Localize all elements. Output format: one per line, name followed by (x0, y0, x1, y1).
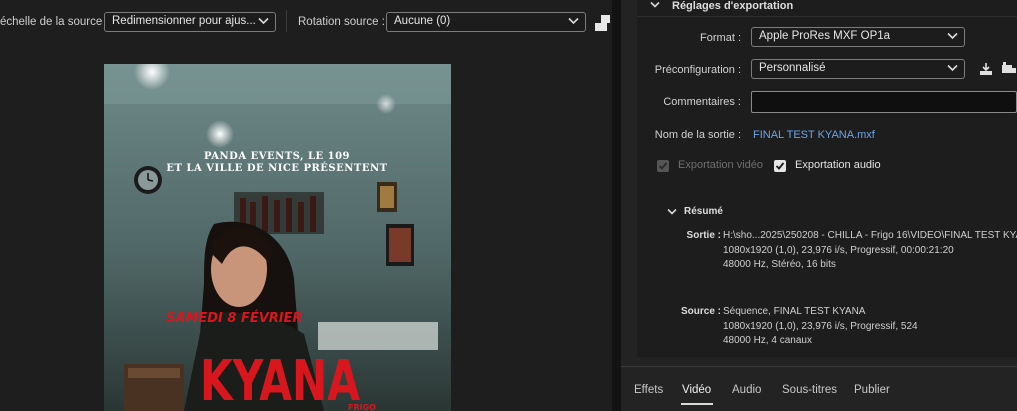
source-scale-value: Redimensionner pour ajus... (112, 15, 256, 27)
chevron-down-icon[interactable] (667, 208, 677, 216)
summary-source-line-3: 48000 Hz, 4 canaux (723, 335, 812, 346)
summary-output-key: Sortie : (686, 230, 721, 241)
fit-frame-icon[interactable] (594, 14, 612, 32)
chevron-down-icon (947, 64, 958, 72)
panel-divider[interactable] (612, 0, 621, 411)
poster-date: SAMEDI 8 FÉVRIER (166, 310, 303, 326)
export-settings-panel: Réglages d'exportation Format : Apple Pr… (621, 0, 1017, 411)
rotation-dropdown[interactable]: Aucune (0) (386, 12, 586, 32)
summary-output-line-3: 48000 Hz, Stéréo, 16 bits (723, 259, 836, 270)
export-settings-title: Réglages d'exportation (672, 0, 794, 12)
save-preset-icon[interactable] (1001, 62, 1017, 76)
poster-small-text: FRIGO (348, 403, 376, 411)
toolbar-separator (286, 10, 287, 32)
format-label: Format : (700, 32, 741, 44)
tab-video[interactable]: Vidéo (682, 384, 711, 396)
source-scale-label: échelle de la source : (0, 16, 109, 28)
rotation-value: Aucune (0) (394, 15, 451, 27)
comments-label: Commentaires : (663, 96, 741, 108)
poster-image: PANDA EVENTS, LE 109 ET LA VILLE DE NICE… (104, 64, 451, 411)
export-video-label: Exportation vidéo (678, 159, 763, 171)
format-dropdown[interactable]: Apple ProRes MXF OP1a (751, 27, 965, 47)
preset-label: Préconfiguration : (654, 64, 741, 76)
poster-line-2: ET LA VILLE DE NICE PRÉSENTENT (166, 162, 387, 174)
preset-dropdown[interactable]: Personnalisé (751, 59, 965, 79)
output-name-label: Nom de la sortie : (654, 129, 741, 141)
source-scale-dropdown[interactable]: Redimensionner pour ajus... (104, 12, 276, 32)
chevron-down-icon (258, 17, 269, 25)
chevron-down-icon[interactable] (650, 1, 660, 9)
rotation-label: Rotation source : (298, 16, 385, 28)
section-divider (637, 16, 1017, 17)
video-preview-frame: PANDA EVENTS, LE 109 ET LA VILLE DE NICE… (104, 64, 451, 411)
summary-source-line-1: Séquence, FINAL TEST KYANA (723, 306, 866, 317)
tab-subtitles[interactable]: Sous-titres (782, 384, 837, 396)
export-audio-checkbox[interactable] (774, 160, 786, 172)
export-settings-box: Réglages d'exportation Format : Apple Pr… (637, 0, 1017, 357)
import-preset-icon[interactable] (979, 62, 993, 76)
chevron-down-icon (568, 17, 579, 25)
comments-input[interactable] (751, 91, 1017, 113)
output-name-link[interactable]: FINAL TEST KYANA.mxf (753, 129, 875, 141)
active-tab-indicator (681, 403, 713, 405)
source-preview-panel: échelle de la source : Redimensionner po… (0, 0, 612, 411)
summary-source-line-2: 1080x1920 (1,0), 23,976 i/s, Progressif,… (723, 320, 918, 332)
export-audio-label: Exportation audio (795, 159, 881, 171)
summary-output-line-2: 1080x1920 (1,0), 23,976 i/s, Progressif,… (723, 244, 954, 256)
tab-audio[interactable]: Audio (732, 384, 761, 396)
tab-publish[interactable]: Publier (854, 384, 890, 396)
checkmark-icon (658, 162, 668, 170)
export-video-checkbox[interactable] (657, 160, 669, 172)
poster-title: KYANA (200, 349, 360, 411)
format-value: Apple ProRes MXF OP1a (759, 30, 891, 42)
poster-line-1: PANDA EVENTS, LE 109 (204, 151, 350, 162)
summary-output-line-1: H:\sho...2025\250208 - CHILLA - Frigo 16… (723, 230, 1017, 241)
chevron-down-icon (947, 32, 958, 40)
summary-title: Résumé (684, 206, 723, 217)
tabs-divider (621, 366, 1017, 367)
summary-source-key: Source : (680, 306, 721, 317)
tab-effects[interactable]: Effets (634, 384, 663, 396)
preset-value: Personnalisé (759, 62, 826, 74)
checkmark-icon (775, 162, 785, 170)
